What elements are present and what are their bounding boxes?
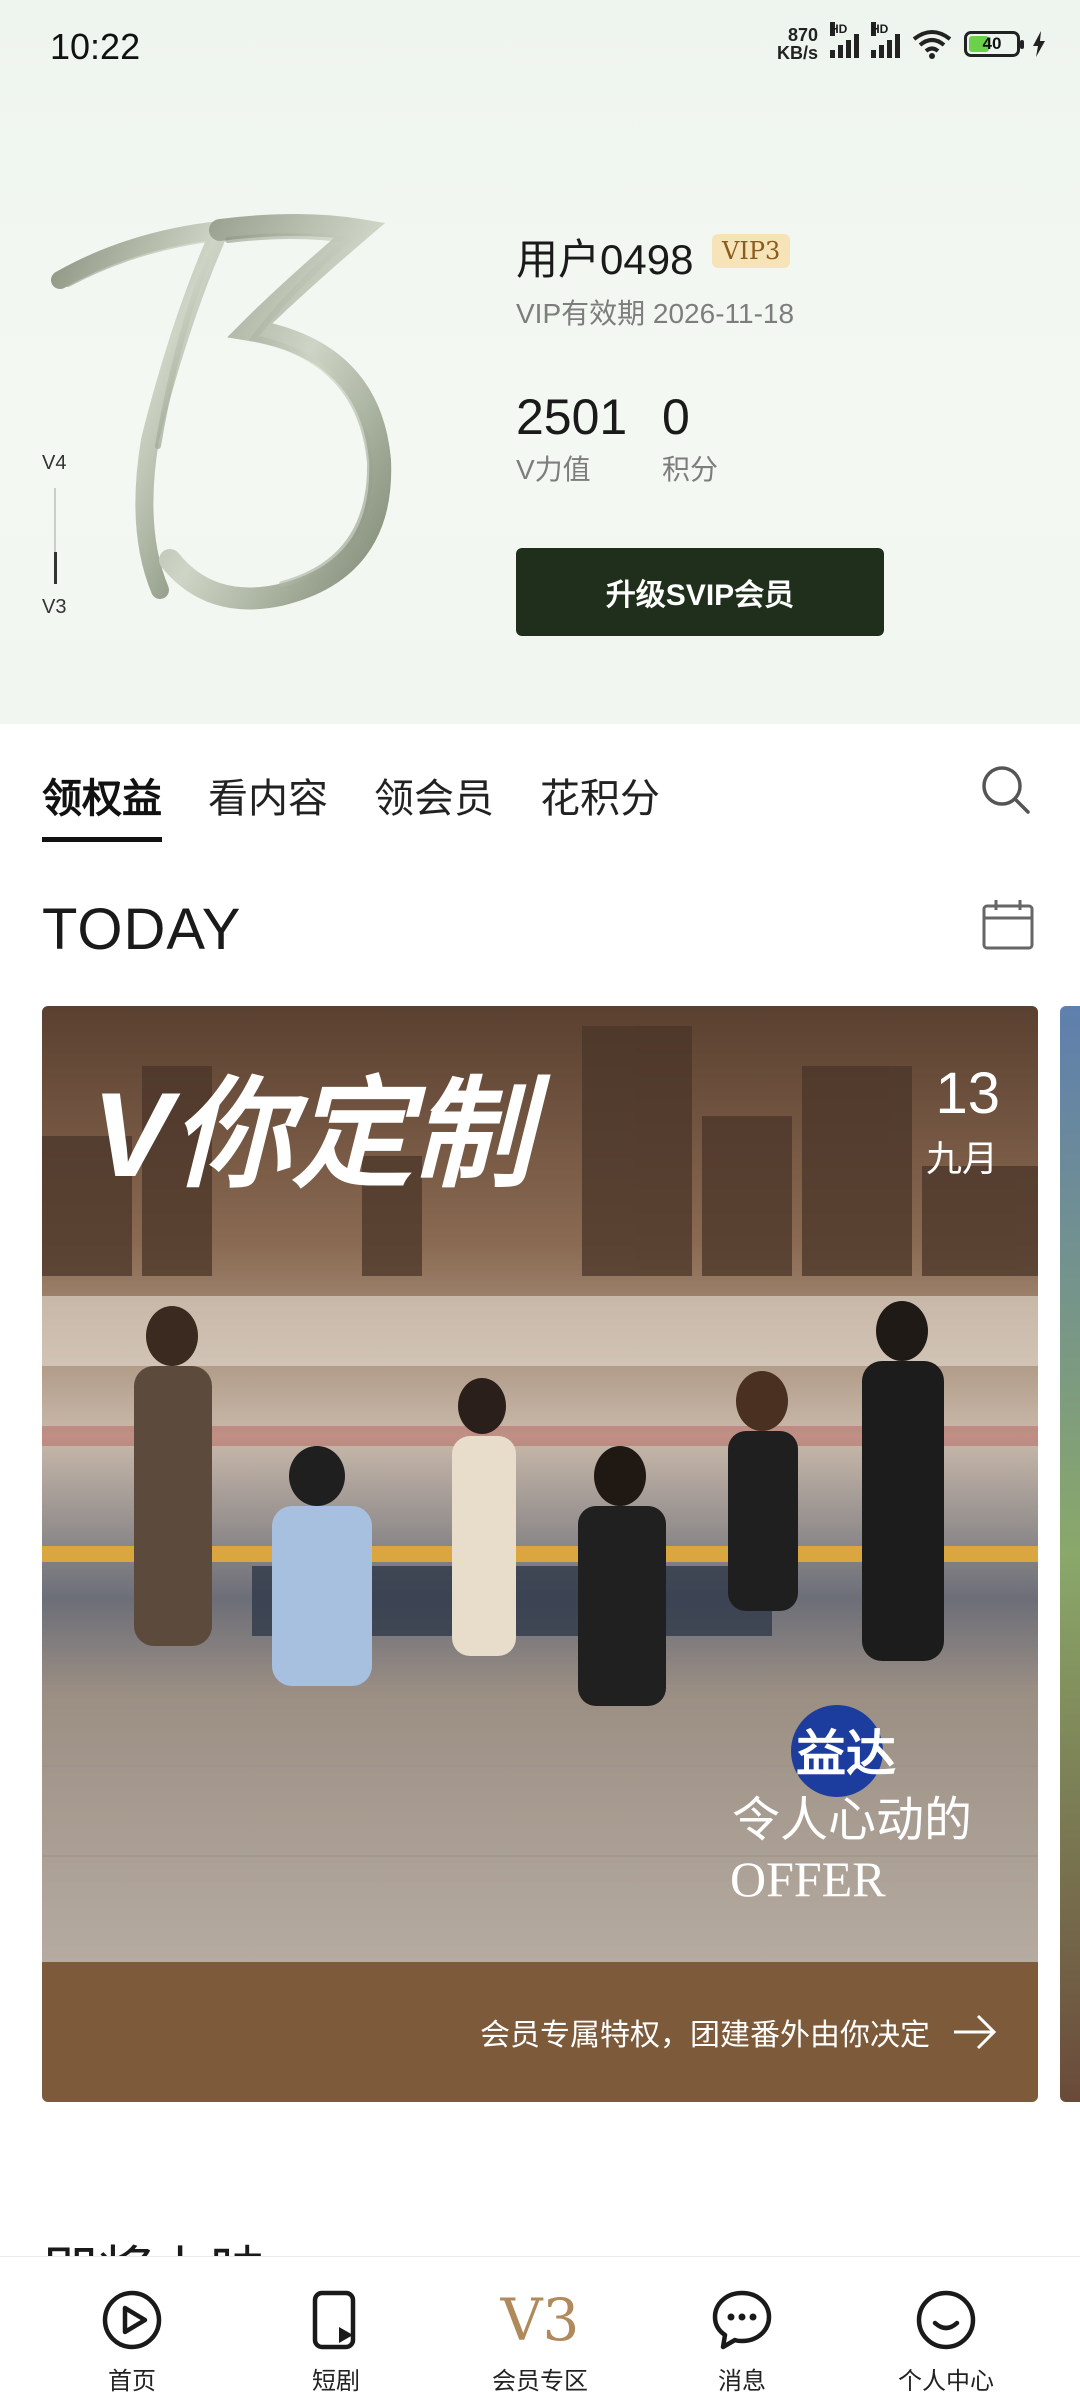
nav-vip-zone[interactable]: V3 会员专区: [470, 2257, 610, 2401]
net-speed-value: 870: [787, 25, 818, 45]
vip-expire-date: VIP有效期 2026-11-18: [516, 298, 795, 329]
short-drama-icon: [312, 2290, 356, 2350]
net-speed: 870 KB/s: [777, 26, 818, 62]
svg-text:益达: 益达: [796, 1726, 896, 1782]
vip-header: 10:22 870 KB/s HD HD 40 V4 V3 用户0498 VIP…: [0, 0, 1080, 724]
banner-headline: V你定制: [92, 1068, 551, 1202]
arrow-right-icon: [954, 2014, 997, 2050]
tab-claim-membership[interactable]: 领会员: [374, 766, 494, 842]
nav-profile-label: 个人中心: [898, 2368, 994, 2395]
nav-messages[interactable]: 消息: [672, 2257, 812, 2401]
banner-caption-bar[interactable]: 会员专属特权，团建番外由你决定: [42, 1962, 1038, 2102]
status-bar: 10:22 870 KB/s HD HD 40: [0, 0, 1080, 96]
upgrade-svip-button[interactable]: 升级SVIP会员: [516, 548, 884, 636]
banner-day: 13: [935, 1061, 1000, 1126]
search-icon[interactable]: [978, 762, 1034, 818]
nav-short-drama-label: 短剧: [312, 2368, 360, 2395]
battery-icon: 40: [964, 31, 1024, 57]
v-power-label: V力值: [516, 454, 591, 485]
bottom-navigation: 首页 短剧 V3 会员专区 消息 个人中心: [0, 2256, 1080, 2401]
points-value[interactable]: 0: [662, 388, 690, 446]
next-level-label: V4: [42, 452, 67, 474]
signal-hd-label: HD: [830, 22, 848, 36]
today-heading: TODAY: [42, 897, 242, 962]
nav-short-drama[interactable]: 短剧: [266, 2257, 406, 2401]
charging-icon: [1033, 31, 1045, 57]
tab-watch-content[interactable]: 看内容: [208, 766, 328, 842]
tab-claim-benefits[interactable]: 领权益: [42, 766, 162, 842]
vip-level-artwork: [51, 214, 392, 610]
level-progress-fill: [54, 552, 57, 584]
v3-level-icon: V3: [500, 2286, 580, 2354]
v-power-value[interactable]: 2501: [516, 388, 627, 446]
user-name: 用户0498: [516, 236, 694, 283]
points-label: 积分: [662, 454, 719, 485]
nav-home[interactable]: 首页: [62, 2257, 202, 2401]
svg-text:令人心动的: 令人心动的: [732, 1794, 972, 1847]
current-level-label: V3: [42, 596, 67, 618]
status-time: 10:22: [50, 26, 141, 67]
wifi-icon: [912, 30, 952, 59]
banner-poster-image: V你定制 益达 令人心动的 OFFER: [42, 1006, 1038, 1962]
calendar-icon[interactable]: [980, 896, 1036, 952]
signal-hd-label-2: HD: [871, 22, 889, 36]
battery-level: 40: [982, 34, 1002, 53]
play-circle-icon: [102, 2290, 162, 2350]
banner-month: 九月: [925, 1138, 998, 1179]
tab-spend-points[interactable]: 花积分: [540, 766, 660, 842]
nav-vip-zone-label: 会员专区: [492, 2368, 588, 2395]
benefit-tabs: 领权益 看内容 领会员 花积分: [42, 766, 660, 842]
profile-smile-icon: [916, 2290, 976, 2350]
nav-home-label: 首页: [108, 2368, 156, 2395]
signal-icon-2: HD: [871, 22, 900, 58]
today-banner-card[interactable]: V你定制 益达 令人心动的 OFFER 13 九月 会员专属特权，团建番外由你决…: [42, 1006, 1038, 2102]
svg-text:OFFER: OFFER: [730, 1851, 886, 1907]
nav-messages-label: 消息: [718, 2368, 766, 2395]
net-speed-unit: KB/s: [776, 43, 818, 63]
message-icon: [712, 2290, 772, 2350]
next-banner-card-peek[interactable]: [1060, 1006, 1080, 2102]
nav-profile[interactable]: 个人中心: [876, 2257, 1016, 2401]
banner-caption: 会员专属特权，团建番外由你决定: [480, 2019, 930, 2052]
vip-level-badge: VIP3: [712, 234, 791, 268]
status-icons: 870 KB/s HD HD 40: [777, 22, 1046, 62]
signal-icon: HD: [830, 22, 859, 58]
